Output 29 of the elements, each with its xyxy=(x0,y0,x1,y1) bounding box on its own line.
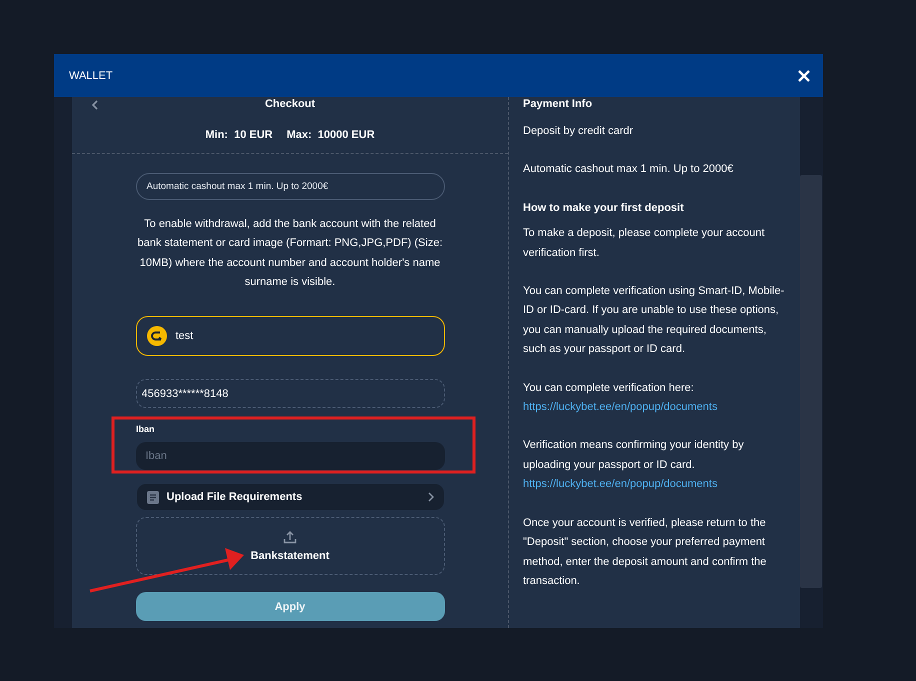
documents-link[interactable]: https://luckybet.ee/en/popup/documents xyxy=(523,475,786,495)
checkout-title: Checkout xyxy=(264,97,316,111)
info-paragraph: Once your account is verified, please return to the "Deposit" section, choose your preferred payment method, enter the deposit amount and confirm the transaction. xyxy=(523,516,768,589)
close-button[interactable] xyxy=(797,68,811,82)
method-logo-icon xyxy=(146,326,166,346)
card-number-field[interactable]: 456933******8148 xyxy=(136,379,444,408)
document-icon xyxy=(146,490,158,504)
info-paragraph: Deposit by credit cardr xyxy=(523,124,634,139)
instructions-text: To enable withdrawal, add the bank account with the related bank statement or card image (Formart: PNG,JPG,PDF) (Size: 10MB) where the account number and account holder's name surname is visible. xyxy=(136,217,444,290)
requirements-row[interactable]: Upload File Requirements xyxy=(136,484,444,510)
info-heading: How to make your first deposit xyxy=(523,200,685,216)
cashout-notice: Automatic cashout max 1 min. Up to 2000€ xyxy=(136,173,444,200)
window-title: WALLET xyxy=(69,70,113,82)
info-paragraph: You can complete verification using Smart-ID, Mobile-ID or ID-card. If you are unable to use these options, you can manually upload the required documents, such as your passport or ID card. xyxy=(523,284,786,358)
info-paragraph: Verification means confirming your identity by uploading your passport or ID card. xyxy=(523,439,744,471)
iban-label: Iban xyxy=(136,424,155,434)
documents-link[interactable]: https://luckybet.ee/en/popup/documents xyxy=(523,398,786,418)
scrollbar[interactable] xyxy=(800,175,822,588)
iban-input[interactable]: Iban xyxy=(136,442,444,470)
back-button[interactable] xyxy=(90,99,100,111)
upload-icon xyxy=(283,530,297,544)
payment-info-title: Payment Info xyxy=(523,97,594,111)
chevron-right-icon xyxy=(428,492,434,502)
payment-method[interactable]: test xyxy=(136,316,444,356)
max-amount: Max: 10000 EUR xyxy=(286,129,375,141)
info-paragraph: You can complete verification here: xyxy=(523,382,694,394)
info-paragraph: To make a deposit, please complete your account verification first. xyxy=(523,226,766,261)
info-paragraph: Automatic cashout max 1 min. Up to 2000€ xyxy=(523,162,734,178)
min-amount: Min: 10 EUR xyxy=(205,129,273,141)
